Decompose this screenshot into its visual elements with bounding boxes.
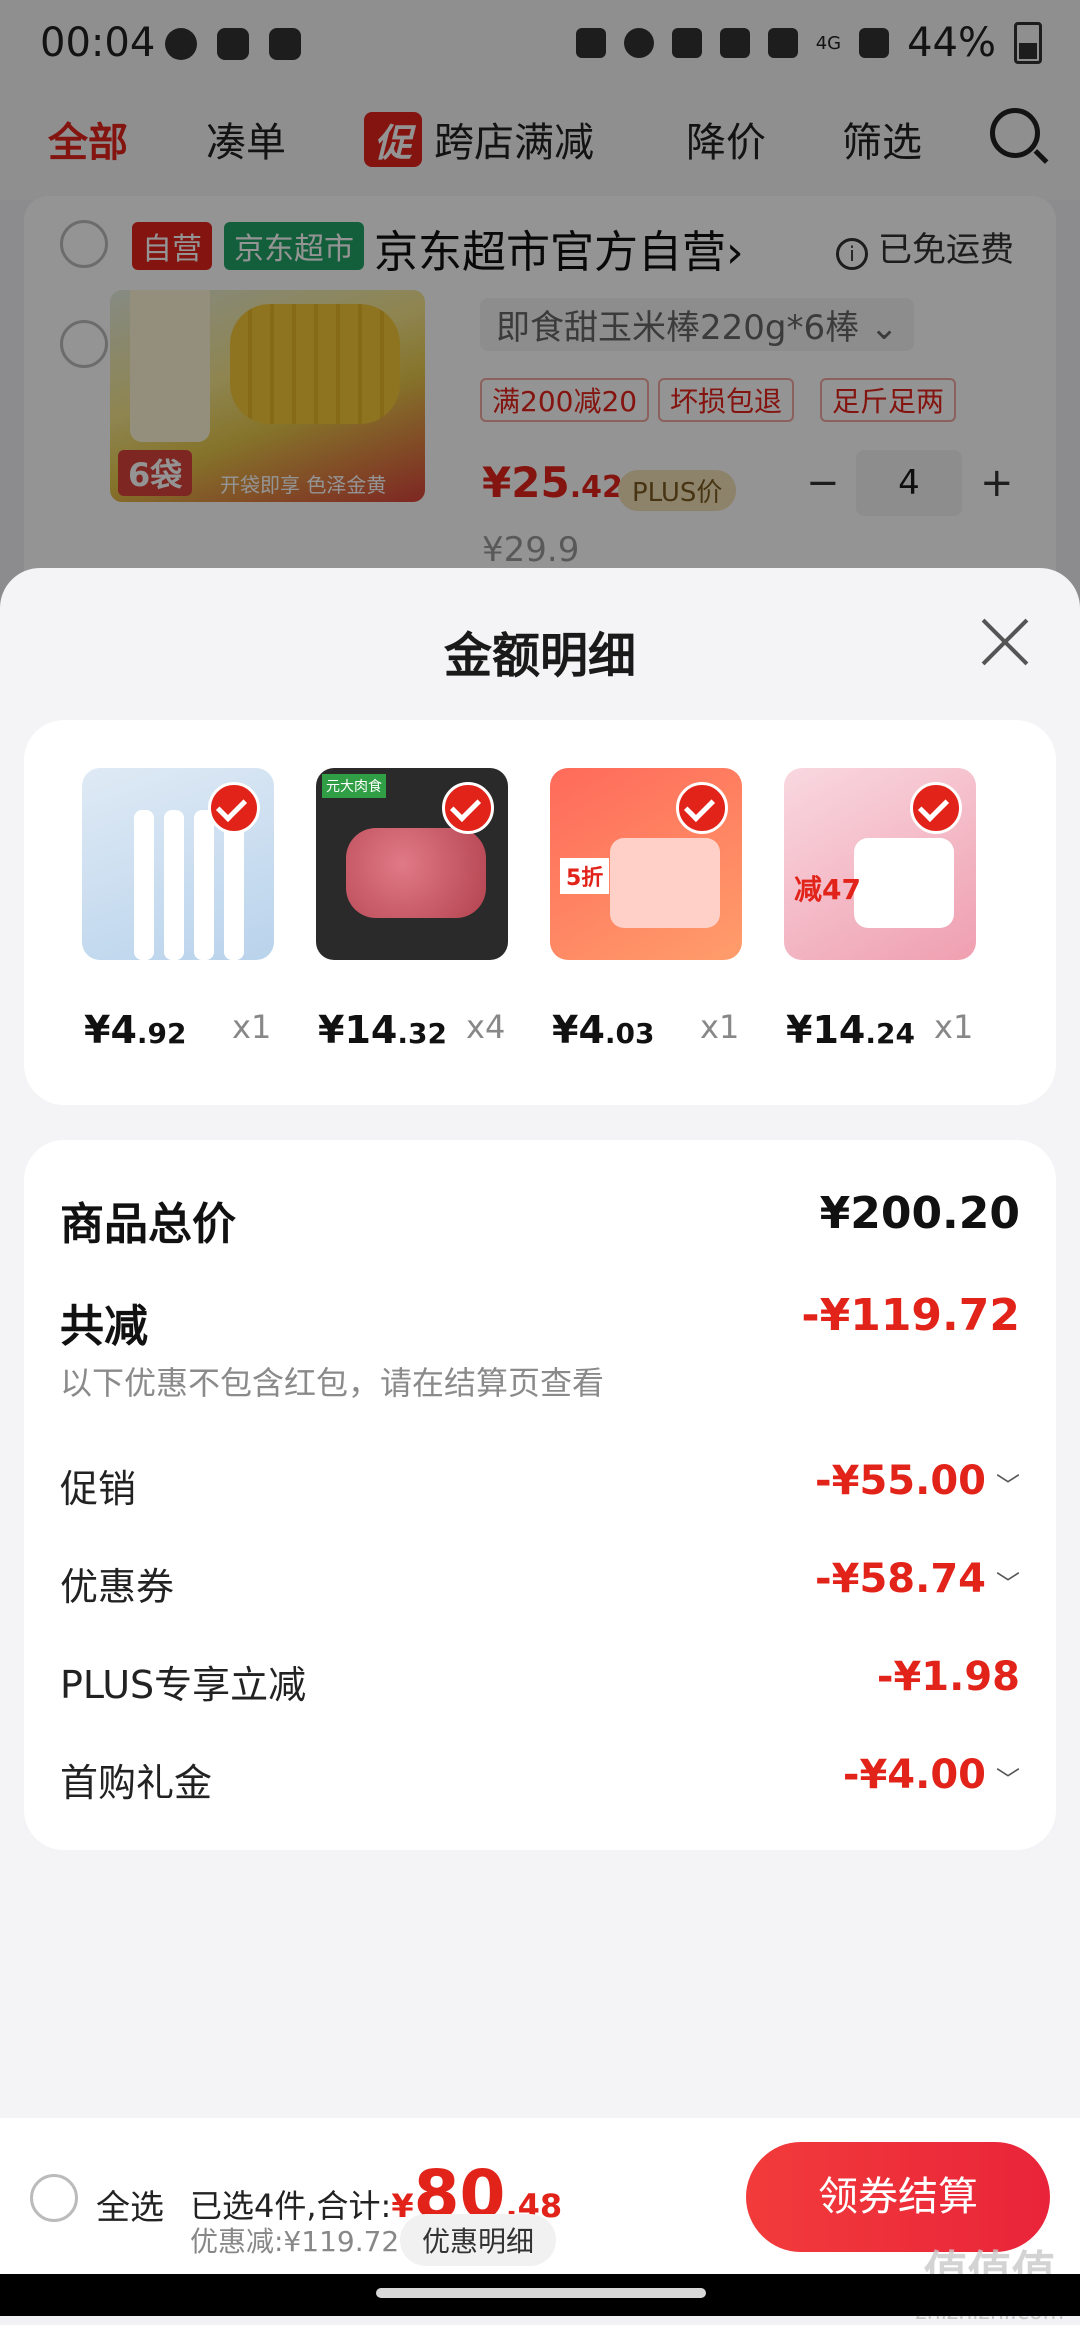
item-quantity: x1 <box>934 1008 974 1046</box>
checked-icon <box>676 782 728 834</box>
item-price: ¥14.32 <box>318 1008 447 1052</box>
price-dec: .92 <box>136 1017 187 1050</box>
selected-item[interactable]: ¥4.92 x1 <box>82 768 282 1052</box>
promo-amount: -¥55.00 <box>815 1458 986 1504</box>
discount-summary: 优惠减:¥119.72 <box>190 2225 400 2258</box>
plus-discount-value: -¥1.98 <box>876 1654 1020 1700</box>
item-quantity: x1 <box>700 1008 740 1046</box>
price-dec: .32 <box>397 1017 447 1050</box>
coupon-value: -¥58.74 ﹀ <box>815 1556 1020 1602</box>
promo-value: -¥55.00 ﹀ <box>815 1458 1020 1504</box>
discount-label: 共减 <box>60 1301 148 1352</box>
select-all-label[interactable]: 全选 <box>96 2180 164 2229</box>
price-symbol: ¥ <box>552 1008 579 1052</box>
plus-discount-label: PLUS专享立减 <box>60 1663 307 1707</box>
checked-icon <box>910 782 962 834</box>
total-label: 商品总价 <box>60 1199 236 1250</box>
promo-label: 促销 <box>60 1467 137 1511</box>
price-symbol: ¥ <box>318 1008 345 1052</box>
item-price: ¥14.24 <box>786 1008 915 1052</box>
discount-label: 5折 <box>560 858 610 894</box>
selected-item[interactable]: 减47 ¥14.24 x1 <box>784 768 984 1052</box>
product-box <box>610 838 720 928</box>
home-gesture-bar[interactable] <box>376 2288 706 2298</box>
chevron-down-icon: ﹀ <box>996 1570 1020 1598</box>
discount-detail-button[interactable]: 优惠明细 <box>400 2214 557 2266</box>
item-price: ¥4.03 <box>552 1008 655 1052</box>
coupon-amount: -¥58.74 <box>815 1556 986 1602</box>
item-price: ¥4.92 <box>84 1008 187 1052</box>
total-value: ¥200.20 <box>819 1188 1020 1239</box>
pen-shape <box>164 810 184 960</box>
sakura-pods-thumbnail: 减47 <box>784 768 976 960</box>
amount-detail-sheet: 金额明细 ¥4.92 x1 元大肉食 ¥14.32 x4 5折 ¥4.03 x1… <box>0 568 1080 2118</box>
system-nav-bar <box>0 2274 1080 2316</box>
meat-shape <box>346 828 486 918</box>
price-int: 4 <box>110 1008 137 1052</box>
item-quantity: x4 <box>466 1008 506 1046</box>
discount-value: -¥119.72 <box>801 1290 1020 1341</box>
price-summary-card: 商品总价 ¥200.20 共减 -¥119.72 以下优惠不包含红包，请在结算页… <box>24 1140 1056 1850</box>
close-icon[interactable] <box>980 618 1028 666</box>
select-all-radio[interactable] <box>30 2174 78 2222</box>
price-int: 14 <box>812 1008 866 1052</box>
discount-label: 减47 <box>794 873 861 906</box>
selected-item[interactable]: 5折 ¥4.03 x1 <box>550 768 750 1052</box>
chevron-down-icon: ﹀ <box>996 1472 1020 1500</box>
beef-product-thumbnail: 元大肉食 <box>316 768 508 960</box>
pen-shape <box>134 810 154 960</box>
checked-icon <box>208 782 260 834</box>
item-quantity: x1 <box>232 1008 272 1046</box>
first-purchase-label: 首购礼金 <box>60 1761 213 1805</box>
price-symbol: ¥ <box>84 1008 111 1052</box>
product-box <box>854 838 954 928</box>
price-int: 4 <box>578 1008 605 1052</box>
sheet-title: 金额明细 <box>443 628 636 684</box>
first-purchase-value: -¥4.00 ﹀ <box>843 1752 1020 1798</box>
chevron-down-icon: ﹀ <box>996 1766 1020 1794</box>
selected-items-card: ¥4.92 x1 元大肉食 ¥14.32 x4 5折 ¥4.03 x1 减47 … <box>24 720 1056 1105</box>
price-dec: .03 <box>604 1017 655 1050</box>
discount-note: 以下优惠不包含红包，请在结算页查看 <box>60 1364 605 1402</box>
first-purchase-amount: -¥4.00 <box>842 1752 986 1798</box>
pen-product-thumbnail <box>82 768 274 960</box>
selected-item[interactable]: 元大肉食 ¥14.32 x4 <box>316 768 516 1052</box>
laundry-pods-thumbnail: 5折 <box>550 768 742 960</box>
coupon-label: 优惠券 <box>60 1565 175 1609</box>
price-int: 14 <box>344 1008 398 1052</box>
price-dec: .24 <box>865 1017 915 1050</box>
checked-icon <box>442 782 494 834</box>
pen-shape <box>194 810 214 960</box>
price-symbol: ¥ <box>786 1008 813 1052</box>
brand-label: 元大肉食 <box>322 774 386 798</box>
